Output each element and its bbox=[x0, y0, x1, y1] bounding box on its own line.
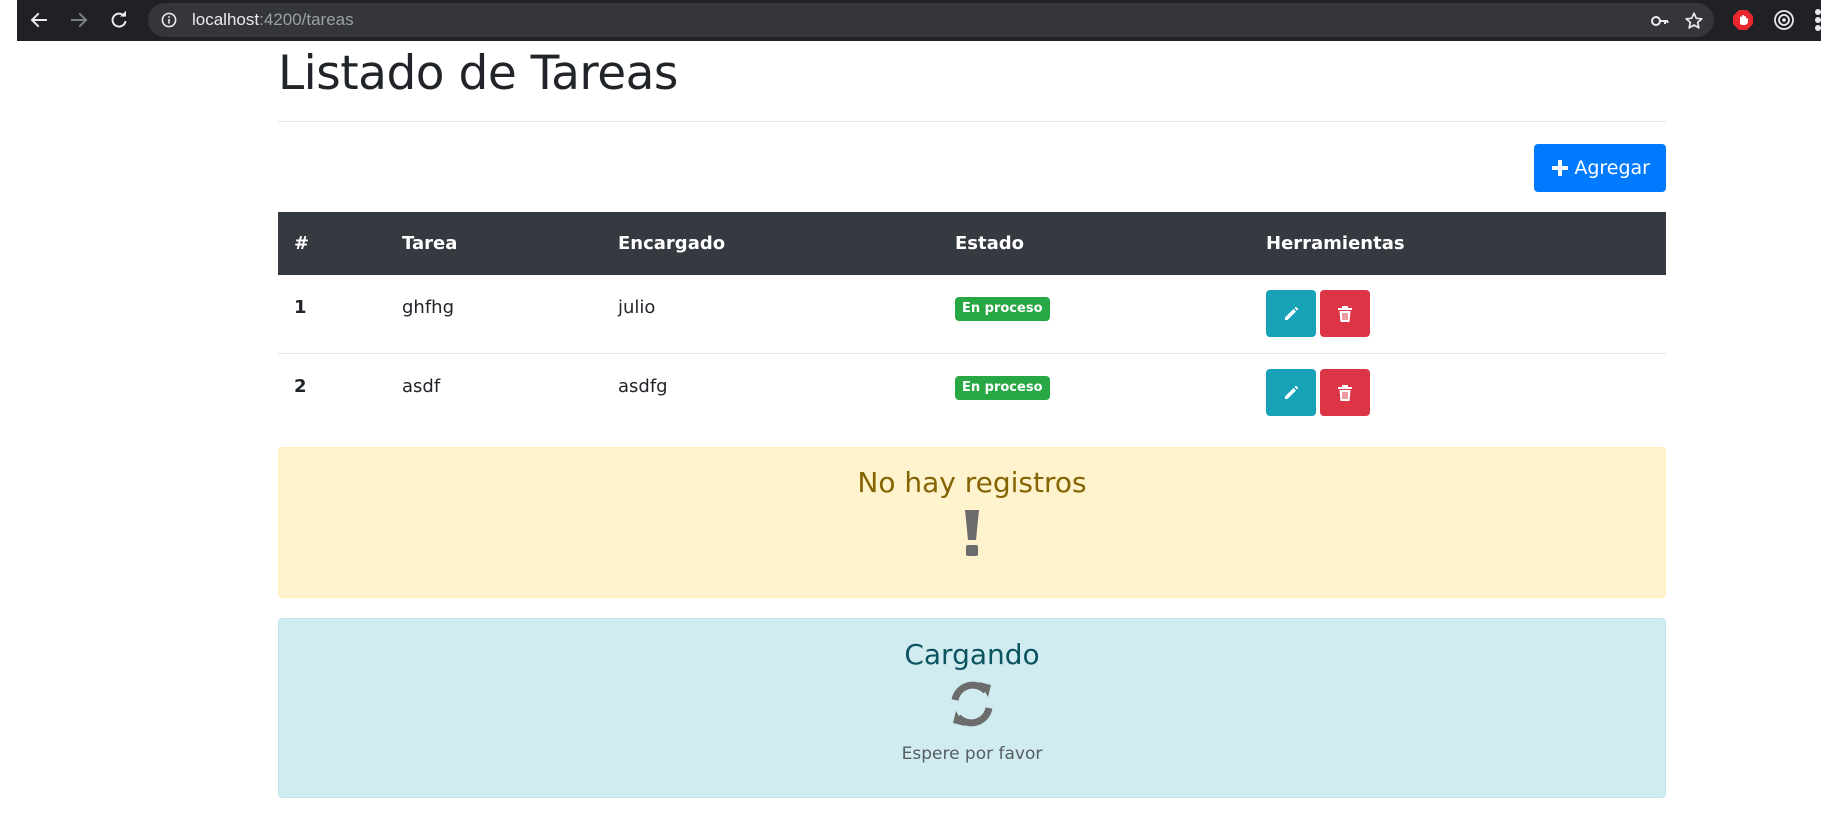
url-text[interactable]: localhost:4200/tareas bbox=[192, 11, 354, 29]
cell-num: 2 bbox=[278, 354, 386, 433]
star-icon[interactable] bbox=[1684, 11, 1704, 31]
cell-owner: julio bbox=[602, 275, 939, 354]
status-badge: En proceso bbox=[955, 297, 1050, 321]
cell-task: ghfhg bbox=[386, 275, 602, 354]
header-tools: Herramientas bbox=[1250, 212, 1666, 275]
table-row: 2 asdf asdfg En proceso bbox=[278, 354, 1666, 433]
cell-status: En proceso bbox=[939, 354, 1250, 433]
header-status: Estado bbox=[939, 212, 1250, 275]
loading-alert-title: Cargando bbox=[904, 638, 1040, 671]
delete-button[interactable] bbox=[1320, 369, 1370, 416]
trash-icon bbox=[1338, 384, 1352, 401]
info-icon[interactable] bbox=[161, 12, 177, 28]
table-row: 1 ghfhg julio En proceso bbox=[278, 275, 1666, 354]
pencil-icon bbox=[1285, 306, 1299, 320]
reload-button[interactable] bbox=[103, 4, 135, 36]
task-owner: asdfg bbox=[618, 376, 668, 397]
url-path: :4200/tareas bbox=[259, 10, 354, 29]
cell-status: En proceso bbox=[939, 275, 1250, 354]
reload-icon bbox=[111, 10, 127, 28]
cell-num: 1 bbox=[278, 275, 386, 354]
empty-alert-title: No hay registros bbox=[857, 466, 1087, 499]
plus-icon bbox=[1552, 160, 1569, 176]
back-arrow-icon bbox=[30, 12, 47, 28]
trash-icon bbox=[1338, 305, 1352, 322]
task-owner: julio bbox=[618, 297, 656, 318]
page-title: Listado de Tareas bbox=[278, 46, 678, 101]
task-name: ghfhg bbox=[402, 297, 455, 318]
forward-arrow-icon bbox=[71, 12, 88, 28]
task-name: asdf bbox=[402, 376, 441, 397]
delete-button[interactable] bbox=[1320, 290, 1370, 337]
sync-icon bbox=[951, 681, 993, 727]
status-badge: En proceso bbox=[955, 376, 1050, 400]
table-header: # Tarea Encargado Estado Herramientas bbox=[278, 212, 1666, 275]
loading-alert: Cargando Espere por favor bbox=[278, 618, 1666, 798]
key-icon[interactable] bbox=[1650, 11, 1670, 31]
menu-icon[interactable] bbox=[1810, 9, 1821, 31]
table-toolbar: Agregar bbox=[278, 122, 1666, 212]
header-owner: Encargado bbox=[602, 212, 939, 275]
cell-task: asdf bbox=[386, 354, 602, 433]
add-button-label: Agregar bbox=[1574, 157, 1650, 179]
cell-tools bbox=[1250, 354, 1666, 433]
empty-alert: No hay registros bbox=[278, 447, 1666, 598]
row-number: 1 bbox=[294, 297, 307, 318]
forward-button[interactable] bbox=[63, 4, 95, 36]
edit-button[interactable] bbox=[1266, 369, 1316, 416]
cell-tools bbox=[1250, 275, 1666, 354]
adblock-icon[interactable] bbox=[1731, 8, 1755, 32]
address-bar[interactable]: localhost:4200/tareas bbox=[148, 3, 1714, 37]
tasks-table: # Tarea Encargado Estado Herramientas 1 … bbox=[278, 212, 1666, 432]
pencil-icon bbox=[1285, 385, 1299, 399]
row-number: 2 bbox=[294, 376, 307, 397]
page-container: Listado de Tareas Agregar # Tarea Encarg… bbox=[278, 41, 1666, 798]
browser-toolbar: localhost:4200/tareas bbox=[17, 0, 1821, 41]
header-num: # bbox=[278, 212, 386, 275]
edit-button[interactable] bbox=[1266, 290, 1316, 337]
add-button[interactable]: Agregar bbox=[1534, 144, 1666, 192]
loading-message: Espere por favor bbox=[901, 744, 1043, 764]
url-host: localhost bbox=[192, 10, 260, 29]
header-task: Tarea bbox=[386, 212, 602, 275]
exclamation-icon bbox=[965, 510, 979, 556]
back-button[interactable] bbox=[23, 4, 55, 36]
extension-circle-icon[interactable] bbox=[1772, 8, 1796, 32]
cell-owner: asdfg bbox=[602, 354, 939, 433]
